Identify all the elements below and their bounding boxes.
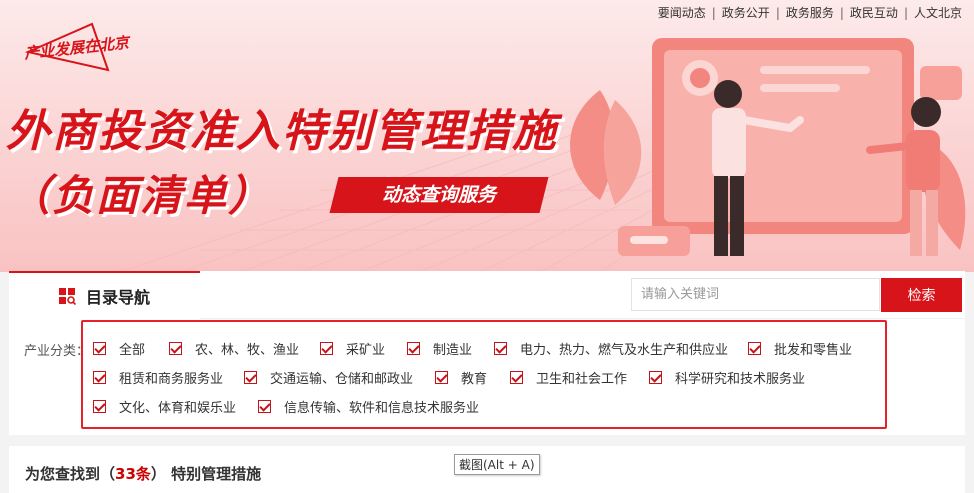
tab-divider xyxy=(200,318,965,319)
screenshot-tooltip: 截图(Alt + A) xyxy=(454,454,540,475)
category-option-label: 电力、热力、燃气及水生产和供应业 xyxy=(520,343,729,358)
tab-catalog-label: 目录导航 xyxy=(85,288,150,307)
category-option-label: 批发和零售业 xyxy=(774,343,853,358)
hero-banner: 要闻动态 | 政务公开 | 政务服务 | 政民互动 | 人文北京 产业发展在北京… xyxy=(0,0,974,272)
category-option-all[interactable]: 全部 xyxy=(93,339,145,358)
checkbox-checked-icon[interactable] xyxy=(93,342,106,355)
checkbox-checked-icon[interactable] xyxy=(407,342,420,355)
nav-link-news[interactable]: 要闻动态 xyxy=(658,4,706,21)
category-option-leasing-business[interactable]: 租赁和商务服务业 xyxy=(93,368,223,387)
search-button[interactable]: 检索 xyxy=(881,278,962,312)
banner-subline: （负面清单） xyxy=(8,171,273,220)
checkbox-checked-icon[interactable] xyxy=(748,342,761,355)
category-option-label: 租赁和商务服务业 xyxy=(119,372,224,387)
category-option-it-software[interactable]: 信息传输、软件和信息技术服务业 xyxy=(258,397,479,416)
category-option-label: 采矿业 xyxy=(346,343,386,358)
results-prefix: 为您查找到（ xyxy=(25,465,116,483)
banner-headline: 外商投资准入特别管理措施 xyxy=(6,106,558,157)
service-badge: 动态查询服务 xyxy=(329,177,549,213)
checkbox-checked-icon[interactable] xyxy=(649,371,662,384)
category-option-label: 制造业 xyxy=(433,343,473,358)
category-option-label: 文化、体育和娱乐业 xyxy=(119,401,237,416)
checkbox-checked-icon[interactable] xyxy=(258,400,271,413)
nav-separator: | xyxy=(839,5,844,20)
results-suffix: ） 特别管理措施 xyxy=(150,465,262,483)
category-filter-group: 全部 农、林、牧、渔业 采矿业 制造业 电力、热力、燃气及水生产和供应业 批发和… xyxy=(81,320,887,429)
category-option-mining[interactable]: 采矿业 xyxy=(320,339,385,358)
checkbox-checked-icon[interactable] xyxy=(169,342,182,355)
category-option-culture-sports[interactable]: 文化、体育和娱乐业 xyxy=(93,397,236,416)
category-label-text: 产业分类 xyxy=(24,344,77,359)
checkbox-checked-icon[interactable] xyxy=(320,342,333,355)
nav-separator: | xyxy=(775,5,780,20)
nav-link-gov-affairs[interactable]: 政务公开 xyxy=(722,4,770,21)
category-option-label: 信息传输、软件和信息技术服务业 xyxy=(284,401,480,416)
checkbox-checked-icon[interactable] xyxy=(435,371,448,384)
category-option-health-social[interactable]: 卫生和社会工作 xyxy=(510,368,627,387)
checkbox-checked-icon[interactable] xyxy=(510,371,523,384)
checkbox-checked-icon[interactable] xyxy=(494,342,507,355)
category-option-manufacturing[interactable]: 制造业 xyxy=(407,339,472,358)
category-option-label: 交通运输、仓储和邮政业 xyxy=(270,372,414,387)
category-option-wholesale-retail[interactable]: 批发和零售业 xyxy=(748,339,852,358)
service-badge-label: 动态查询服务 xyxy=(381,184,496,206)
checkbox-checked-icon[interactable] xyxy=(93,371,106,384)
category-option-label: 农、林、牧、渔业 xyxy=(195,343,300,358)
nav-separator: | xyxy=(711,5,716,20)
nav-separator: | xyxy=(903,5,908,20)
category-label: 产业分类： xyxy=(24,344,90,359)
nav-link-gov-services[interactable]: 政务服务 xyxy=(786,4,834,21)
category-option-label: 卫生和社会工作 xyxy=(536,372,628,387)
results-count: 33条 xyxy=(115,465,151,483)
category-option-label: 全部 xyxy=(119,343,146,358)
category-option-transport[interactable]: 交通运输、仓储和邮政业 xyxy=(244,368,413,387)
tab-catalog-nav[interactable]: 目录导航 xyxy=(9,271,200,319)
catalog-panel: 目录导航 检索 产业分类： 全部 农、林、牧、渔业 采矿业 制造业 电力、热力、… xyxy=(9,271,965,435)
category-option-agriculture[interactable]: 农、林、牧、渔业 xyxy=(169,339,299,358)
category-option-utilities[interactable]: 电力、热力、燃气及水生产和供应业 xyxy=(494,339,728,358)
checkbox-checked-icon[interactable] xyxy=(244,371,257,384)
catalog-icon xyxy=(58,287,76,305)
keyword-search-input[interactable] xyxy=(631,278,880,311)
category-option-label: 科学研究和技术服务业 xyxy=(675,372,806,387)
category-option-education[interactable]: 教育 xyxy=(435,368,487,387)
nav-link-humanities[interactable]: 人文北京 xyxy=(914,4,962,21)
results-summary: 为您查找到（33条） 特别管理措施 xyxy=(25,463,261,484)
top-nav: 要闻动态 | 政务公开 | 政务服务 | 政民互动 | 人文北京 xyxy=(658,4,962,21)
checkbox-checked-icon[interactable] xyxy=(93,400,106,413)
category-option-research-tech[interactable]: 科学研究和技术服务业 xyxy=(649,368,805,387)
category-option-label: 教育 xyxy=(461,372,488,387)
nav-link-interaction[interactable]: 政民互动 xyxy=(850,4,898,21)
